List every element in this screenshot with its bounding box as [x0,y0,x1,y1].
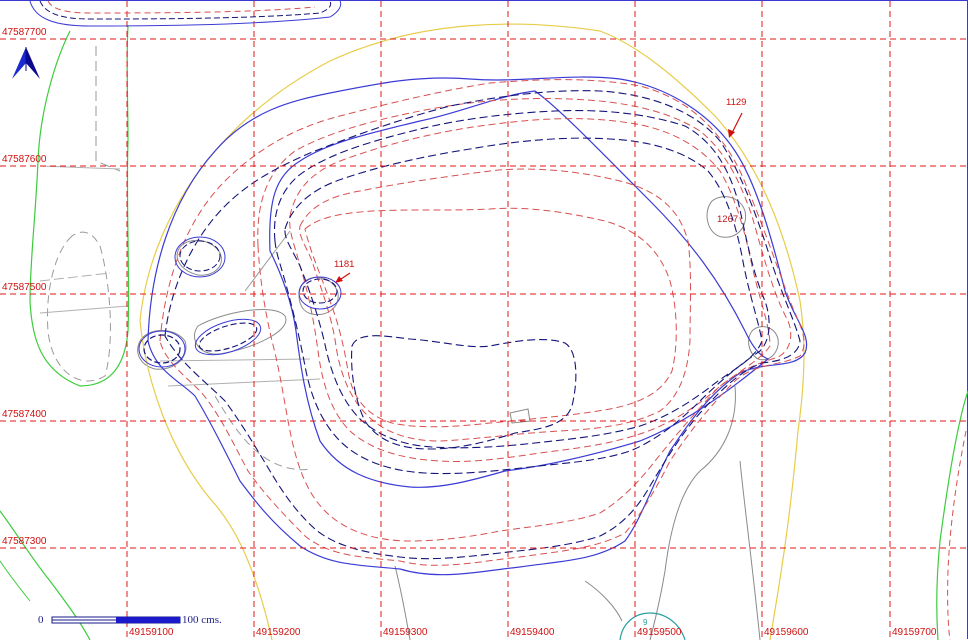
top-contour-blue [29,1,342,27]
y-label-47587400: 47587400 [2,409,47,420]
x-label-49159600: 49159600 [764,627,809,638]
scale-bar: 0 100 cms. [38,614,222,626]
green-parcel-lower-left-2 [0,560,31,602]
grid-lines [0,1,968,640]
gray-line-lower-right [649,385,736,640]
knoll-west-c-navy [143,334,181,364]
y-label-47587700: 47587700 [2,27,47,38]
scale-bar-fill [116,617,180,623]
grid-labels: 47587700 47587600 47587500 47587400 4758… [2,27,937,638]
scale-end-label: 100 cms. [182,614,222,626]
top-contour-navy [39,1,332,20]
contour-navy-1 [164,90,801,560]
north-arrow-right [26,47,40,79]
green-parcel-left [29,25,130,387]
y-label-47587600: 47587600 [2,154,47,165]
topographic-map[interactable]: 47587700 47587600 47587500 47587400 4758… [0,1,968,640]
gray-knoll-west-b [193,309,287,355]
x-label-49159700: 49159700 [892,627,937,638]
contour-outer-blue [147,76,808,576]
top-contour-red [47,1,316,14]
top-left-contours [29,1,342,27]
contour-red-5 [304,207,677,428]
gray-dashed-top [95,46,121,172]
gray-dashed-left [46,231,111,382]
north-arrow-icon [12,47,40,79]
x-label-49159100: 49159100 [129,627,174,638]
map-frame[interactable]: 47587700 47587600 47587500 47587400 4758… [0,0,968,640]
x-label-49159200: 49159200 [256,627,301,638]
knoll-west-c-blue [138,330,186,368]
knolls [138,236,342,368]
x-label-49159400: 49159400 [510,627,555,638]
y-label-47587500: 47587500 [2,282,47,293]
north-arrow-left [12,47,26,79]
gray-line-b [39,272,111,282]
annotation-1267[interactable]: 1267 [717,214,738,225]
contour-red-4 [299,168,691,442]
contour-red-2 [257,98,792,542]
annotation-small: 9 [643,618,648,627]
annotation-1181[interactable]: 1181 [334,259,354,270]
contours-navy-dashed [164,90,801,560]
red-dash-right [947,430,967,640]
y-label-47587300: 47587300 [2,536,47,547]
gray-line-c [39,305,129,314]
gray-line-bottom-2 [584,580,623,622]
x-label-49159300: 49159300 [383,627,428,638]
knoll-1181-navy [302,278,338,304]
knoll-west-b-navy [198,322,258,352]
contour-navy-2 [273,109,770,475]
knoll-1181-blue [298,276,342,310]
scale-start-label: 0 [38,614,44,626]
x-label-49159500: 49159500 [637,627,682,638]
gray-knoll-west-a [176,239,222,276]
arrow-1181-head [335,276,343,283]
annotation-1129[interactable]: 1129 [726,97,746,108]
contour-navy-3 [284,137,763,449]
gray-line-lower-right-2 [739,460,761,640]
